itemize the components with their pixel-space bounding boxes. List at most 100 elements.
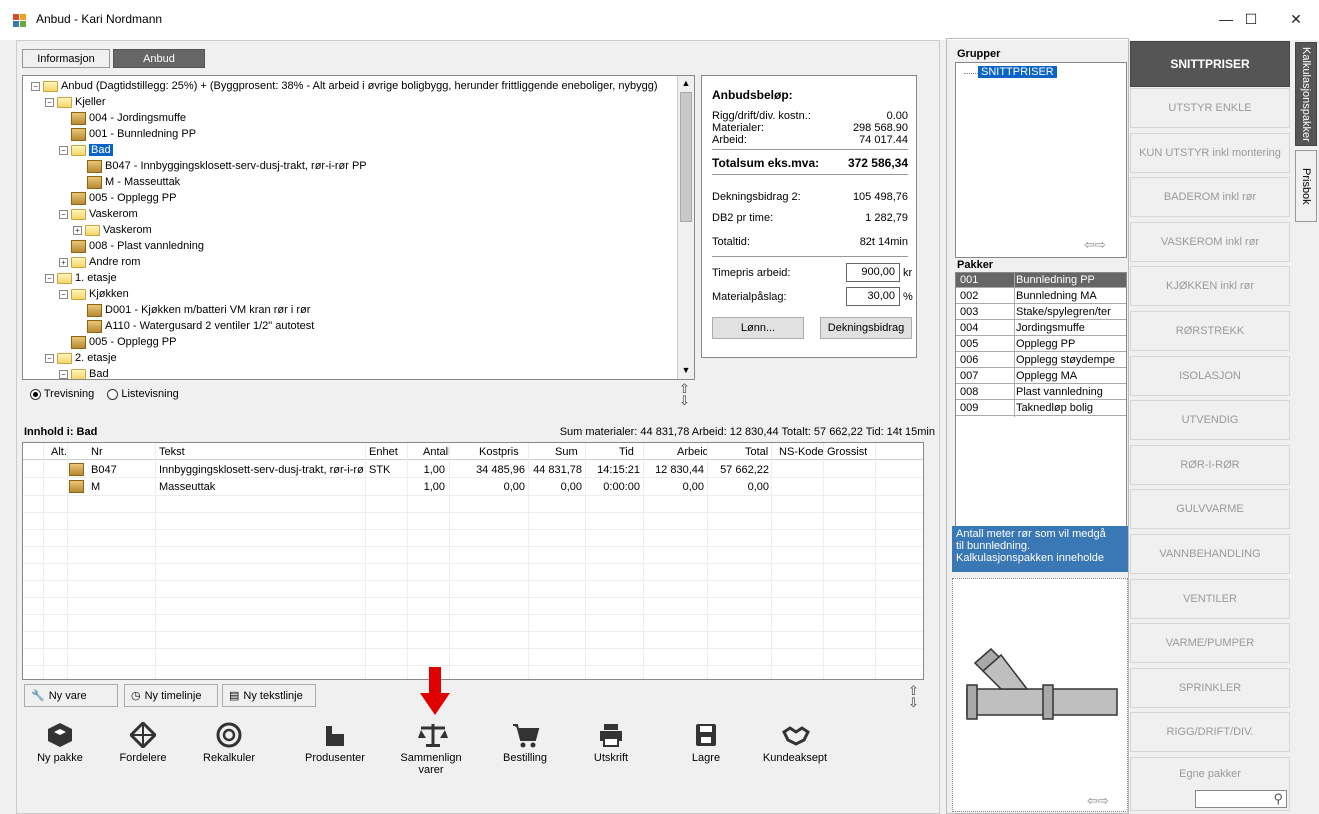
materialpaaslag-input[interactable]: 30,00 [846,287,900,306]
grupper-item-snittpriser[interactable]: SNITTPRISER [978,66,1057,78]
scroll-down-icon[interactable]: ▼ [680,365,692,377]
tab-kalkulasjonspakker[interactable]: Kalkulasjonspakker [1295,42,1317,146]
category-vaskerom[interactable]: VASKEROM inkl rør [1130,222,1290,262]
search-input[interactable]: ⚲ [1195,790,1287,808]
radio-listevisning[interactable] [107,388,119,400]
timepris-input[interactable]: 900,00 [846,263,900,282]
pakker-list[interactable]: 001 Bunnledning PP 002 Bunnledning MA 003 S… [955,272,1127,530]
package-icon [87,303,102,317]
category-kun-utstyr[interactable]: KUN UTSTYR inkl montering [1130,133,1290,173]
list-item[interactable]: 007 Opplegg MA [956,369,1126,384]
refresh-icon [216,722,242,748]
category-varme-pumper[interactable]: VARME/PUMPER [1130,623,1290,663]
package-icon [87,319,102,333]
category-vannbehandling[interactable]: VANNBEHANDLING [1130,534,1290,574]
ny-pakke-button[interactable]: Ny pakke [15,722,105,764]
kundeaksept-button[interactable]: Kundeaksept [750,722,840,764]
summary-panel: Anbudsbeløp: Rigg/drift/div. kostn.: 0.00… [701,75,917,358]
ny-timelinje-button[interactable]: ◷ Ny timelinje [124,684,218,707]
ny-vare-button[interactable]: 🔧 Ny vare [24,684,118,707]
tree-node[interactable]: 005 - Opplegg PP [71,334,176,350]
tree-node[interactable]: − Vaskerom [59,206,138,222]
category-gulvvarme[interactable]: GULVVARME [1130,489,1290,529]
tree-node[interactable]: B047 - Innbyggingsklosett-serv-dusj-trak… [87,158,367,174]
project-tree[interactable]: − Anbud (Dagtidstillegg: 25%) + (Byggpros… [22,75,695,380]
close-button[interactable]: ✕ [1273,4,1319,34]
radio-trevisning[interactable] [30,388,41,400]
package-icon [87,159,102,173]
list-item[interactable]: 008 Plast vannledning [956,385,1126,400]
splitter-arrows-icon[interactable]: ⇧ ⇩ [679,382,690,407]
folder-icon [85,224,100,236]
tab-prisbok[interactable]: Prisbok [1295,150,1317,222]
category-sprinkler[interactable]: SPRINKLER [1130,668,1290,708]
tree-node[interactable]: −1. etasje [45,270,117,286]
tree-node[interactable]: + Vaskerom [73,222,152,238]
window-title: Anbud - Kari Nordmann [36,12,163,26]
tree-node[interactable]: 005 - Opplegg PP [71,190,176,206]
save-icon [693,722,719,748]
folder-icon [71,288,86,300]
lagre-button[interactable]: Lagre [661,722,751,764]
package-icon [87,175,102,189]
produsenter-button[interactable]: Produsenter [290,722,380,764]
ny-tekstlinje-button[interactable]: ▤ Ny tekstlinje [222,684,316,707]
tree-node[interactable]: 008 - Plast vannledning [71,238,204,254]
tree-node[interactable]: − Bad [59,142,113,158]
red-arrow-icon [420,667,450,720]
list-item[interactable]: 006 Opplegg støydempe [956,353,1126,368]
nav-arrows-icon[interactable]: ⇦⇨ [1084,237,1106,253]
tree-node[interactable]: A110 - Watergusard 2 ventiler 1/2" autot… [87,318,314,334]
utskrift-button[interactable]: Utskrift [566,722,656,764]
list-item[interactable]: 002 Bunnledning MA [956,289,1126,304]
tree-node[interactable]: + Andre rom [59,254,140,270]
nav-arrows-icon[interactable]: ⇦⇨ [1087,793,1109,809]
scroll-up-icon[interactable]: ▲ [680,78,692,90]
list-item[interactable]: 005 Opplegg PP [956,337,1126,352]
package-icon [69,463,84,476]
tree-node[interactable]: M - Masseuttak [87,174,180,190]
category-rorstrekk[interactable]: RØRSTREKK [1130,311,1290,351]
tree-node[interactable]: 001 - Bunnledning PP [71,126,196,142]
fordelere-button[interactable]: Fordelere [98,720,188,764]
lonn-button[interactable]: Lønn... [712,317,804,339]
tree-node[interactable]: D001 - Kjøkken m/batteri VM kran rør i r… [87,302,310,318]
tree-node[interactable]: − Anbud (Dagtidstillegg: 25%) + (Byggpros… [31,78,658,94]
package-icon [71,127,86,141]
category-ror-i-ror[interactable]: RØR-I-RØR [1130,445,1290,485]
tree-node[interactable]: −2. etasje [45,350,117,366]
scroll-thumb[interactable] [680,92,692,222]
category-isolasjon[interactable]: ISOLASJON [1130,356,1290,396]
category-kjokken[interactable]: KJØKKEN inkl rør [1130,266,1290,306]
package-image: ⇦⇨ [952,578,1128,812]
grupper-list[interactable]: SNITTPRISER ⇦⇨ [955,62,1127,258]
tree-node[interactable]: − Kjeller [45,94,106,110]
dekningsbidrag-button[interactable]: Dekningsbidrag [820,317,912,339]
list-item[interactable]: 003 Stake/spylegren/ter [956,305,1126,320]
splitter-arrows-icon[interactable]: ⇧ ⇩ [908,684,919,709]
category-baderom[interactable]: BADEROM inkl rør [1130,177,1290,217]
list-item[interactable]: 001 Bunnledning PP [956,273,1126,288]
tree-node[interactable]: − Bad [59,366,109,379]
content-table[interactable]: Alt. Nr Tekst Enhet Antall Kostpris Sum … [22,442,924,680]
package-icon [71,239,86,253]
list-item[interactable]: 009 Taknedløp bolig [956,401,1126,416]
category-snittpriser[interactable]: SNITTPRISER [1130,41,1290,87]
tree-scrollbar[interactable]: ▲ ▼ [677,76,694,379]
tab-anbud[interactable]: Anbud [113,49,205,68]
category-utvendig[interactable]: UTVENDIG [1130,400,1290,440]
wrench-icon: 🔧 [31,690,45,702]
tree-node[interactable]: 004 - Jordingsmuffe [71,110,186,126]
bestilling-button[interactable]: Bestilling [480,722,570,764]
table-row[interactable]: B047 Innbyggingsklosett-serv-dusj-trakt,… [23,462,923,477]
rekalkuler-button[interactable]: Rekalkuler [184,722,274,764]
list-item[interactable]: 004 Jordingsmuffe [956,321,1126,336]
category-utstyr-enkle[interactable]: UTSTYR ENKLE [1130,88,1290,128]
tree-node[interactable]: − Kjøkken [59,286,129,302]
category-rigg-drift[interactable]: RIGG/DRIFT/DIV. [1130,712,1290,752]
category-ventiler[interactable]: VENTILER [1130,579,1290,619]
tab-informasjon[interactable]: Informasjon [22,49,110,68]
sammenlign-varer-button[interactable]: Sammenlign varer [386,722,476,776]
table-row[interactable]: M Masseuttak 1,00 0,00 0,00 0:00:00 0,00… [23,479,923,494]
maximize-button[interactable]: ☐ [1228,4,1274,34]
